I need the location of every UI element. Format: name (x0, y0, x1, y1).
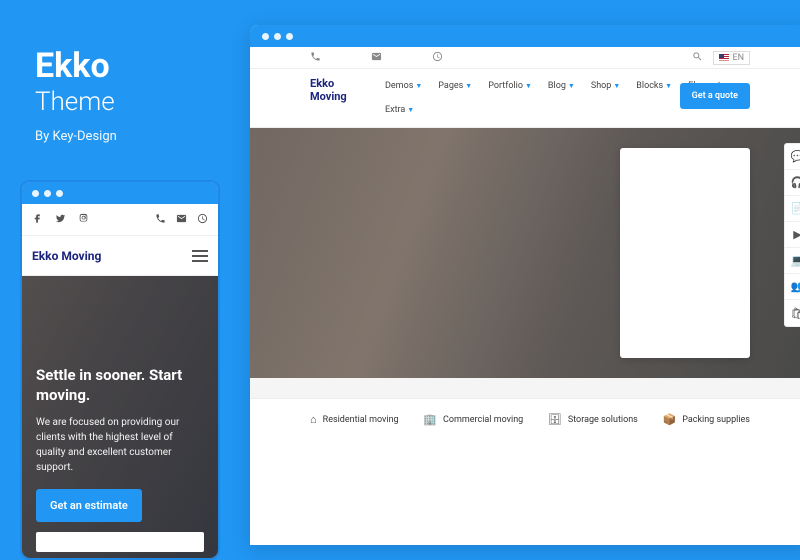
window-dot (44, 190, 51, 197)
service-packing[interactable]: 📦Packing supplies (663, 413, 750, 426)
promo-title: Ekko Theme By Key-Design (35, 48, 117, 144)
window-dot (262, 33, 269, 40)
search-icon[interactable] (692, 51, 703, 65)
services-bar: ⌂Residential moving 🏢Commercial moving 🗄… (250, 398, 800, 440)
nav-shop[interactable]: Shop▼ (591, 77, 620, 95)
building-icon: 🏢 (423, 413, 437, 426)
hero-text: We are focused on providing our clients … (36, 415, 204, 475)
chat-icon[interactable]: 💬 (785, 144, 800, 170)
estimate-button[interactable]: Get an estimate (36, 489, 142, 522)
nav-extra[interactable]: Extra▼ (385, 101, 414, 119)
window-dot (286, 33, 293, 40)
desktop-logo[interactable]: Ekko Moving (310, 77, 365, 103)
window-dot (56, 190, 63, 197)
laptop-icon[interactable]: 💻 (785, 248, 800, 274)
docs-icon[interactable]: 📄 (785, 196, 800, 222)
twitter-icon[interactable] (55, 213, 66, 227)
clock-icon[interactable] (197, 213, 208, 227)
mobile-card-peek (36, 532, 204, 552)
desktop-nav: Ekko Moving Demos▼ Pages▼ Portfolio▼ Blo… (250, 69, 800, 128)
mobile-logo[interactable]: Ekko Moving (32, 249, 101, 263)
side-widget-bar: 💬 🎧 📄 ▶ 💻 👥 🛍 (784, 143, 800, 327)
theme-name: Ekko (35, 48, 117, 85)
language-selector[interactable]: EN (713, 51, 750, 65)
headset-icon[interactable]: 🎧 (785, 170, 800, 196)
mobile-nav: Ekko Moving (22, 236, 218, 276)
mobile-hero: Settle in sooner. Start moving. We are f… (22, 276, 218, 560)
community-icon[interactable]: 👥 (785, 274, 800, 300)
facebook-icon[interactable] (32, 213, 43, 227)
phone-icon[interactable] (310, 51, 321, 65)
video-icon[interactable]: ▶ (785, 222, 800, 248)
quote-button[interactable]: Get a quote (680, 83, 750, 109)
nav-pages[interactable]: Pages▼ (438, 77, 472, 95)
instagram-icon[interactable] (78, 213, 89, 227)
service-commercial[interactable]: 🏢Commercial moving (423, 413, 523, 426)
desktop-window-bar (250, 25, 800, 47)
hero-heading: Settle in sooner. Start moving. (36, 366, 204, 405)
hamburger-icon[interactable] (192, 250, 208, 262)
storage-icon: 🗄 (548, 413, 562, 426)
home-icon: ⌂ (310, 413, 317, 426)
nav-blocks[interactable]: Blocks▼ (636, 77, 672, 95)
hero-form-card[interactable] (620, 148, 750, 358)
phone-icon[interactable] (155, 213, 166, 227)
desktop-hero: 💬 🎧 📄 ▶ 💻 👥 🛍 (250, 128, 800, 378)
service-storage[interactable]: 🗄Storage solutions (548, 413, 638, 426)
window-dot (32, 190, 39, 197)
desktop-topbar: EN (250, 47, 800, 69)
desktop-preview: EN Ekko Moving Demos▼ Pages▼ Portfolio▼ … (250, 25, 800, 545)
theme-subtitle: Theme (35, 87, 117, 117)
nav-demos[interactable]: Demos▼ (385, 77, 422, 95)
mobile-window-bar (22, 182, 218, 204)
theme-author: By Key-Design (35, 129, 117, 144)
window-dot (274, 33, 281, 40)
service-residential[interactable]: ⌂Residential moving (310, 413, 399, 426)
spacer (250, 378, 800, 398)
email-icon[interactable] (371, 51, 382, 65)
flag-icon (719, 54, 729, 61)
nav-portfolio[interactable]: Portfolio▼ (488, 77, 532, 95)
mobile-preview: Ekko Moving Settle in sooner. Start movi… (20, 180, 220, 560)
email-icon[interactable] (176, 213, 187, 227)
cart-icon[interactable]: 🛍 (785, 300, 800, 326)
clock-icon[interactable] (432, 51, 443, 65)
box-icon: 📦 (663, 413, 677, 426)
mobile-topbar (22, 204, 218, 236)
nav-blog[interactable]: Blog▼ (548, 77, 575, 95)
